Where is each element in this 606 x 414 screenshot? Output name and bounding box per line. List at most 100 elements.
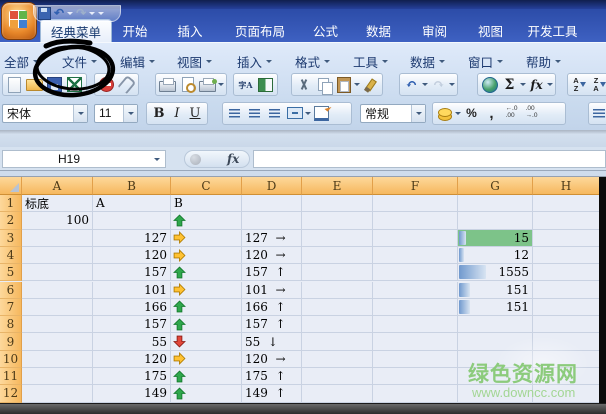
- column-header-H[interactable]: H: [533, 177, 600, 195]
- row-header-3[interactable]: 3: [0, 230, 22, 247]
- name-box[interactable]: H19: [2, 150, 166, 168]
- cell-E5[interactable]: [302, 264, 373, 281]
- new-document-button[interactable]: [5, 75, 24, 94]
- row-header-2[interactable]: 2: [0, 212, 22, 229]
- cell-B4[interactable]: 120: [93, 247, 171, 264]
- cell-G1[interactable]: [458, 195, 533, 212]
- cell-H11[interactable]: [533, 368, 600, 385]
- ribbon-tab-5[interactable]: 公式: [301, 19, 350, 42]
- ribbon-tab-3[interactable]: 插入: [168, 19, 212, 42]
- print-button[interactable]: [158, 75, 177, 94]
- increase-indent-button[interactable]: [591, 104, 606, 123]
- cell-H5[interactable]: [533, 264, 600, 281]
- row-header-8[interactable]: 8: [0, 316, 22, 333]
- cell-E10[interactable]: [302, 351, 373, 368]
- ribbon-tab-9[interactable]: 开发工具: [516, 19, 589, 42]
- cell-F7[interactable]: [373, 299, 458, 316]
- border-format-button[interactable]: [312, 104, 331, 123]
- attach-button[interactable]: [117, 75, 136, 94]
- cell-G4[interactable]: 12: [458, 247, 533, 264]
- cell-D4[interactable]: 120 →: [242, 247, 302, 264]
- cell-A5[interactable]: [22, 264, 93, 281]
- ribbon-tab-6[interactable]: 数据: [354, 19, 403, 42]
- cell-F5[interactable]: [373, 264, 458, 281]
- align-center-button[interactable]: [245, 104, 264, 123]
- cell-B2[interactable]: [93, 212, 171, 229]
- cell-H7[interactable]: [533, 299, 600, 316]
- menu-item-2[interactable]: 文件: [62, 53, 97, 69]
- font-size-dropdown-icon[interactable]: [123, 105, 137, 122]
- cell-C9[interactable]: [171, 333, 242, 350]
- cell-G6[interactable]: 151: [458, 282, 533, 299]
- cell-D9[interactable]: 55 ↓: [242, 333, 302, 350]
- menu-item-3[interactable]: 编辑: [120, 53, 155, 69]
- cell-A2[interactable]: 100: [22, 212, 93, 229]
- column-header-G[interactable]: G: [458, 177, 533, 195]
- cell-D7[interactable]: 166 ↑: [242, 299, 302, 316]
- copy-button[interactable]: [314, 75, 333, 94]
- cell-D10[interactable]: 120 →: [242, 351, 302, 368]
- font-name-dropdown-icon[interactable]: [73, 105, 87, 122]
- cell-D6[interactable]: 101 →: [242, 282, 302, 299]
- cell-E9[interactable]: [302, 333, 373, 350]
- comma-button[interactable]: ,: [482, 104, 501, 123]
- ribbon-tab-7[interactable]: 审阅: [410, 19, 459, 42]
- cell-B6[interactable]: 101: [93, 282, 171, 299]
- menu-item-6[interactable]: 格式: [295, 53, 330, 69]
- row-header-1[interactable]: 1: [0, 195, 22, 212]
- merge-center-dropdown-icon[interactable]: [305, 112, 311, 115]
- currency-dropdown-icon[interactable]: [455, 112, 461, 115]
- cell-D1[interactable]: [242, 195, 302, 212]
- cell-A11[interactable]: [22, 368, 93, 385]
- print-setup-dropdown-icon[interactable]: [218, 83, 224, 86]
- redo-button[interactable]: ↷: [429, 75, 448, 94]
- spellcheck-button[interactable]: 字A: [236, 75, 255, 94]
- cell-H1[interactable]: [533, 195, 600, 212]
- qat-customize-icon[interactable]: [98, 12, 104, 15]
- cell-F1[interactable]: [373, 195, 458, 212]
- select-all-corner[interactable]: [0, 177, 22, 195]
- insert-function-dropdown-icon[interactable]: [547, 83, 553, 86]
- hyperlink-button[interactable]: [480, 75, 499, 94]
- ribbon-tab-8[interactable]: 视图: [466, 19, 515, 42]
- cell-A10[interactable]: [22, 351, 93, 368]
- cell-E11[interactable]: [302, 368, 373, 385]
- cell-C7[interactable]: [171, 299, 242, 316]
- insert-function-button[interactable]: fx: [527, 75, 546, 94]
- row-header-7[interactable]: 7: [0, 299, 22, 316]
- align-right-button[interactable]: [265, 104, 284, 123]
- row-header-6[interactable]: 6: [0, 282, 22, 299]
- cell-C6[interactable]: [171, 282, 242, 299]
- number-format-combo[interactable]: 常规: [360, 104, 426, 123]
- cell-G9[interactable]: [458, 333, 533, 350]
- undo-dropdown-icon[interactable]: [422, 83, 428, 86]
- paste-dropdown-icon[interactable]: [354, 83, 360, 86]
- cell-H8[interactable]: [533, 316, 600, 333]
- cell-D3[interactable]: 127 →: [242, 230, 302, 247]
- cell-H2[interactable]: [533, 212, 600, 229]
- cell-B3[interactable]: 127: [93, 230, 171, 247]
- cell-A1[interactable]: 标底: [22, 195, 93, 212]
- column-header-D[interactable]: D: [242, 177, 302, 195]
- column-header-C[interactable]: C: [171, 177, 242, 195]
- menu-item-5[interactable]: 插入: [237, 53, 272, 69]
- bold-button[interactable]: B: [153, 106, 164, 121]
- row-header-9[interactable]: 9: [0, 333, 22, 350]
- cell-F8[interactable]: [373, 316, 458, 333]
- cell-F11[interactable]: [373, 368, 458, 385]
- insert-function-area[interactable]: fx: [184, 150, 250, 168]
- cell-H6[interactable]: [533, 282, 600, 299]
- menu-item-4[interactable]: 视图: [177, 53, 212, 69]
- sort-ascending-button[interactable]: A Z: [570, 75, 589, 94]
- cell-E2[interactable]: [302, 212, 373, 229]
- underline-button[interactable]: U: [190, 106, 201, 121]
- row-header-5[interactable]: 5: [0, 264, 22, 281]
- menu-item-9[interactable]: 窗口: [468, 53, 503, 69]
- print-setup-button[interactable]: [198, 75, 217, 94]
- row-header-12[interactable]: 12: [0, 385, 22, 402]
- cell-E4[interactable]: [302, 247, 373, 264]
- row-header-4[interactable]: 4: [0, 247, 22, 264]
- cell-G7[interactable]: 151: [458, 299, 533, 316]
- cell-B7[interactable]: 166: [93, 299, 171, 316]
- save-icon[interactable]: [38, 7, 51, 20]
